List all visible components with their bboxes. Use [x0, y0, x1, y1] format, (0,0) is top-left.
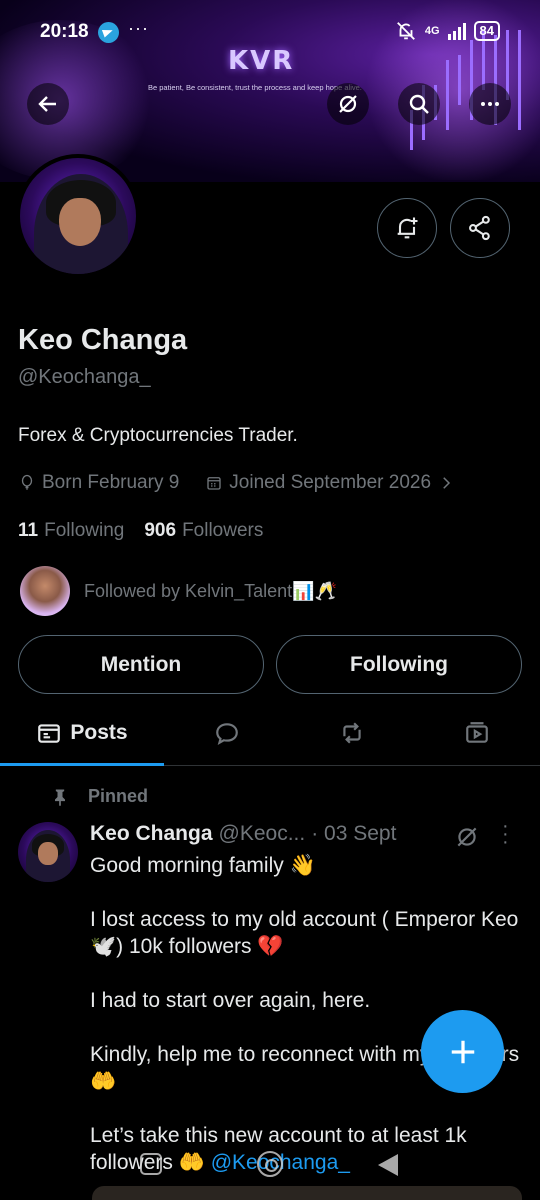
profile-handle: @Keochanga_	[18, 366, 151, 388]
post-author-avatar[interactable]	[18, 822, 78, 882]
chevron-right-icon[interactable]	[437, 474, 455, 492]
mention-button[interactable]: Mention	[18, 635, 264, 694]
grok-button[interactable]	[327, 83, 369, 125]
followers-count[interactable]: 906	[144, 520, 176, 542]
posts-icon	[38, 724, 61, 743]
pinned-text: Pinned	[88, 786, 149, 806]
repost-icon	[342, 722, 361, 744]
back-icon[interactable]	[378, 1154, 398, 1176]
status-more: ···	[128, 18, 149, 38]
profile-meta: Born February 9 Joined September 2026	[18, 472, 455, 494]
post-date: · 03 Sept	[311, 822, 397, 845]
grok-icon	[339, 95, 357, 113]
follow-counts: 11 Following 906 Followers	[18, 520, 263, 542]
following-label[interactable]: Following	[44, 520, 124, 542]
post-line: I lost access to my old account ( Empero…	[90, 908, 519, 958]
telegram-icon	[98, 22, 119, 43]
following-count[interactable]: 11	[18, 520, 38, 542]
pin-icon	[55, 789, 65, 806]
followed-by[interactable]: Followed by Kelvin_Talent📊🥂	[20, 566, 337, 616]
post-header: Keo Changa @Keoc... · 03 Sept	[90, 822, 396, 846]
post-author-handle[interactable]: @Keoc...	[219, 822, 306, 846]
home-icon[interactable]	[257, 1151, 283, 1177]
profile-name: Keo Changa	[18, 324, 188, 356]
post-line: Good morning family 👋	[90, 854, 316, 877]
bell-plus-icon	[397, 217, 418, 239]
notify-button[interactable]	[377, 198, 437, 258]
calendar-icon	[207, 477, 221, 490]
grok-icon[interactable]	[454, 824, 480, 850]
joined-date: Joined September 2026	[229, 472, 432, 493]
reply-icon	[215, 723, 238, 745]
active-tab-indicator	[0, 763, 164, 766]
network-type: 4G	[424, 25, 440, 37]
profile-tabs: Posts	[0, 700, 540, 766]
search-icon	[409, 94, 429, 114]
profile-avatar[interactable]	[16, 154, 140, 278]
tab-posts[interactable]: Posts	[0, 700, 164, 766]
tab-posts-label: Posts	[70, 721, 128, 744]
system-nav-bar	[0, 1145, 540, 1185]
bell-muted-icon	[396, 22, 415, 40]
more-icon	[481, 102, 499, 106]
followers-label[interactable]: Followers	[182, 520, 263, 542]
post-more-button[interactable]: · · ·	[502, 816, 509, 852]
search-button[interactable]	[398, 83, 440, 125]
banner-tagline: Be patient, Be consistent, trust the pro…	[148, 83, 362, 92]
more-options-button[interactable]	[469, 83, 511, 125]
media-icon	[466, 722, 488, 743]
follower-avatar	[20, 566, 70, 616]
followed-by-text: Followed by Kelvin_Talent📊🥂	[84, 580, 337, 601]
post-author-name[interactable]: Keo Changa	[90, 822, 213, 846]
following-button[interactable]: Following	[276, 635, 522, 694]
tab-media[interactable]	[414, 700, 540, 766]
status-bar: 20:18 ··· 4G 84	[0, 0, 540, 60]
balloon-icon	[21, 474, 33, 490]
next-post-edge	[92, 1186, 522, 1200]
born-date: Born February 9	[42, 472, 180, 493]
share-button[interactable]	[450, 198, 510, 258]
signal-icon	[447, 22, 466, 40]
back-arrow-icon	[38, 96, 56, 112]
profile-bio: Forex & Cryptocurrencies Trader.	[18, 425, 298, 446]
tab-reposts[interactable]	[289, 700, 414, 766]
share-icon	[469, 215, 490, 241]
compose-button[interactable]	[421, 1010, 504, 1093]
plus-icon	[451, 1040, 474, 1063]
tab-replies[interactable]	[164, 700, 289, 766]
status-time: 20:18	[40, 21, 89, 42]
recents-icon[interactable]	[140, 1153, 162, 1175]
back-button[interactable]	[27, 83, 69, 125]
pinned-label: Pinned	[50, 786, 148, 807]
battery-indicator: 84	[473, 21, 500, 41]
